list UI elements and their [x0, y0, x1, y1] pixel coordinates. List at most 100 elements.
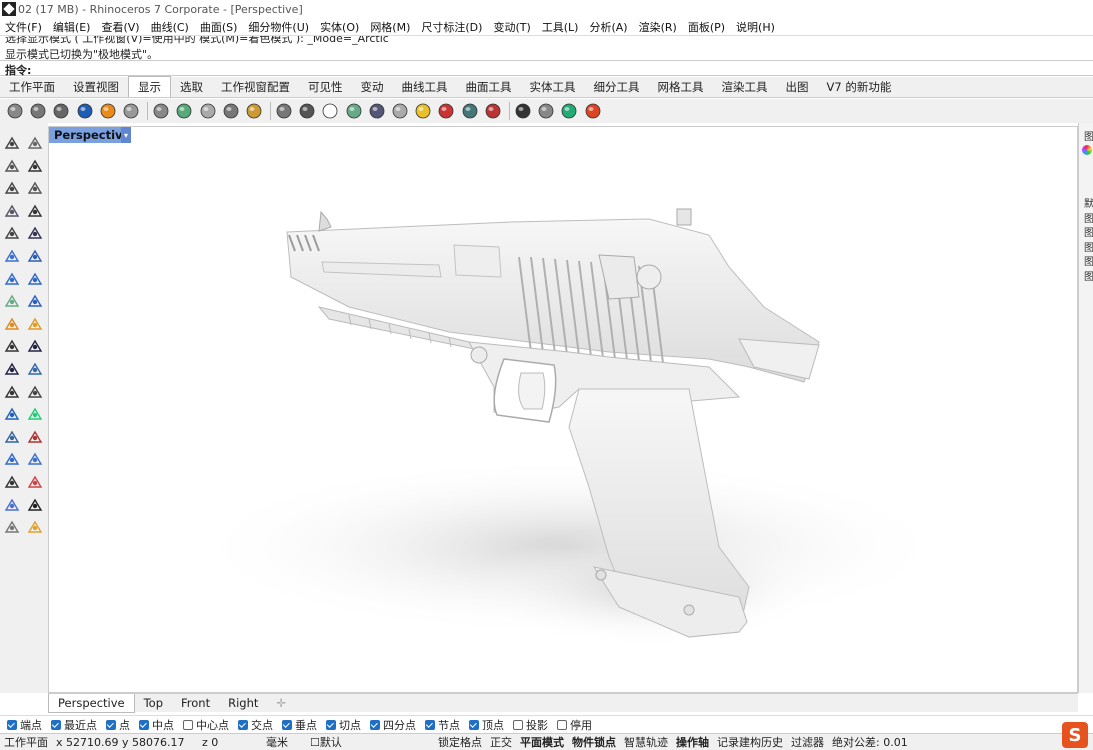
wireframe-icon[interactable]: [5, 101, 25, 121]
osnap-checkbox[interactable]: [7, 719, 17, 730]
panel-tab-5[interactable]: 图: [1084, 253, 1093, 268]
raytraced-icon[interactable]: [244, 101, 264, 121]
fillet-icon[interactable]: [25, 223, 45, 243]
xray-icon[interactable]: [98, 101, 118, 121]
osnap-4[interactable]: 中心点: [183, 717, 229, 733]
color-sphere-icon[interactable]: [344, 101, 364, 121]
curve-icon[interactable]: [25, 156, 45, 176]
panel-tab-4[interactable]: 图: [1084, 239, 1093, 254]
osnap-2[interactable]: 点: [106, 717, 130, 733]
osnap-11[interactable]: 投影: [513, 717, 548, 733]
command-line[interactable]: 指令:: [0, 60, 1093, 77]
menu-item-11[interactable]: 分析(A): [589, 19, 627, 35]
menu-item-4[interactable]: 曲面(S): [200, 19, 238, 35]
solid-edit-icon[interactable]: [2, 449, 22, 469]
status-history[interactable]: 记录建构历史: [713, 734, 787, 750]
tab-0[interactable]: 工作平面: [0, 76, 64, 97]
status-ortho[interactable]: 正交: [486, 734, 516, 750]
status-filter[interactable]: 过滤器: [787, 734, 828, 750]
osnap-checkbox[interactable]: [282, 719, 292, 730]
block-icon[interactable]: [2, 427, 22, 447]
menu-item-9[interactable]: 变动(T): [493, 19, 530, 35]
osnap-checkbox[interactable]: [183, 719, 193, 730]
menu-item-3[interactable]: 曲线(C): [151, 19, 189, 35]
layer-icon[interactable]: [25, 472, 45, 492]
boolean-icon[interactable]: [25, 314, 45, 334]
light-icon[interactable]: [390, 101, 410, 121]
menu-item-7[interactable]: 网格(M): [370, 19, 410, 35]
environment-icon[interactable]: [367, 101, 387, 121]
panel-tab-1[interactable]: 默: [1084, 195, 1093, 210]
status-cplane[interactable]: 工作平面: [0, 734, 52, 750]
view-tab-right[interactable]: Right: [219, 696, 267, 710]
tab-14[interactable]: V7 的新功能: [818, 76, 901, 97]
status-osnap[interactable]: 物件锁点: [568, 734, 620, 750]
arc-icon[interactable]: [25, 178, 45, 198]
circle-icon[interactable]: [2, 178, 22, 198]
capture-icon[interactable]: [436, 101, 456, 121]
osnap-7[interactable]: 切点: [326, 717, 361, 733]
view-tab-top[interactable]: Top: [135, 696, 172, 710]
menu-item-5[interactable]: 细分物件(U): [248, 19, 309, 35]
tab-2[interactable]: 显示: [128, 76, 171, 97]
osnap-checkbox[interactable]: [51, 719, 61, 730]
rendered-icon[interactable]: [51, 101, 71, 121]
osnap-checkbox[interactable]: [238, 719, 248, 730]
osnap-checkbox[interactable]: [513, 719, 523, 730]
monochrome-icon[interactable]: [221, 101, 241, 121]
explode-icon[interactable]: [2, 314, 22, 334]
select-icon[interactable]: [2, 133, 22, 153]
menu-item-1[interactable]: 编辑(E): [53, 19, 91, 35]
status-unit[interactable]: 毫米: [262, 734, 306, 750]
osnap-checkbox[interactable]: [139, 719, 149, 730]
tab-8[interactable]: 曲面工具: [457, 76, 521, 97]
panel-tab-3[interactable]: 图: [1084, 224, 1093, 239]
artistic-icon[interactable]: [151, 101, 171, 121]
polyline-icon[interactable]: [2, 156, 22, 176]
display-options-icon[interactable]: [297, 101, 317, 121]
osnap-checkbox[interactable]: [425, 719, 435, 730]
tab-12[interactable]: 渲染工具: [713, 76, 777, 97]
tab-7[interactable]: 曲线工具: [393, 76, 457, 97]
osnap-10[interactable]: 顶点: [469, 717, 504, 733]
screen-icon[interactable]: [513, 101, 533, 121]
osnap-0[interactable]: 端点: [7, 717, 42, 733]
shaded-icon[interactable]: [28, 101, 48, 121]
grid-icon[interactable]: [2, 472, 22, 492]
tab-9[interactable]: 实体工具: [521, 76, 585, 97]
tab-4[interactable]: 工作视窗配置: [212, 76, 299, 97]
layers-icon[interactable]: [559, 101, 579, 121]
panel-tab-0[interactable]: 图: [1084, 128, 1093, 143]
osnap-8[interactable]: 四分点: [370, 717, 416, 733]
loft-icon[interactable]: [25, 246, 45, 266]
palette-icon[interactable]: [583, 101, 603, 121]
array-icon[interactable]: [25, 359, 45, 379]
point-icon[interactable]: [25, 133, 45, 153]
arctic-icon[interactable]: [198, 101, 218, 121]
status-planar[interactable]: 平面模式: [516, 734, 568, 750]
rectangle-icon[interactable]: [25, 201, 45, 221]
pen-icon[interactable]: [174, 101, 194, 121]
cylinder-icon[interactable]: [2, 291, 22, 311]
tab-3[interactable]: 选取: [171, 76, 212, 97]
ellipse-icon[interactable]: [2, 223, 22, 243]
panel-tab-6[interactable]: 图: [1084, 268, 1093, 283]
move-icon[interactable]: [2, 336, 22, 356]
osnap-3[interactable]: 中点: [139, 717, 174, 733]
menu-item-6[interactable]: 实体(O): [320, 19, 359, 35]
osnap-5[interactable]: 交点: [238, 717, 273, 733]
render-preview-icon[interactable]: [274, 101, 294, 121]
shade-selected-icon[interactable]: [320, 101, 340, 121]
menu-item-0[interactable]: 文件(F): [5, 19, 42, 35]
osnap-checkbox[interactable]: [469, 719, 479, 730]
sphere-icon[interactable]: [25, 269, 45, 289]
box-icon[interactable]: [2, 269, 22, 289]
osnap-checkbox[interactable]: [106, 719, 116, 730]
mesh-icon[interactable]: [25, 449, 45, 469]
material-icon[interactable]: [25, 517, 45, 537]
technical-icon[interactable]: [121, 101, 141, 121]
osnap-6[interactable]: 垂点: [282, 717, 317, 733]
osnap-9[interactable]: 节点: [425, 717, 460, 733]
view-tab-perspective[interactable]: Perspective: [48, 693, 135, 713]
osnap-12[interactable]: 停用: [557, 717, 592, 733]
